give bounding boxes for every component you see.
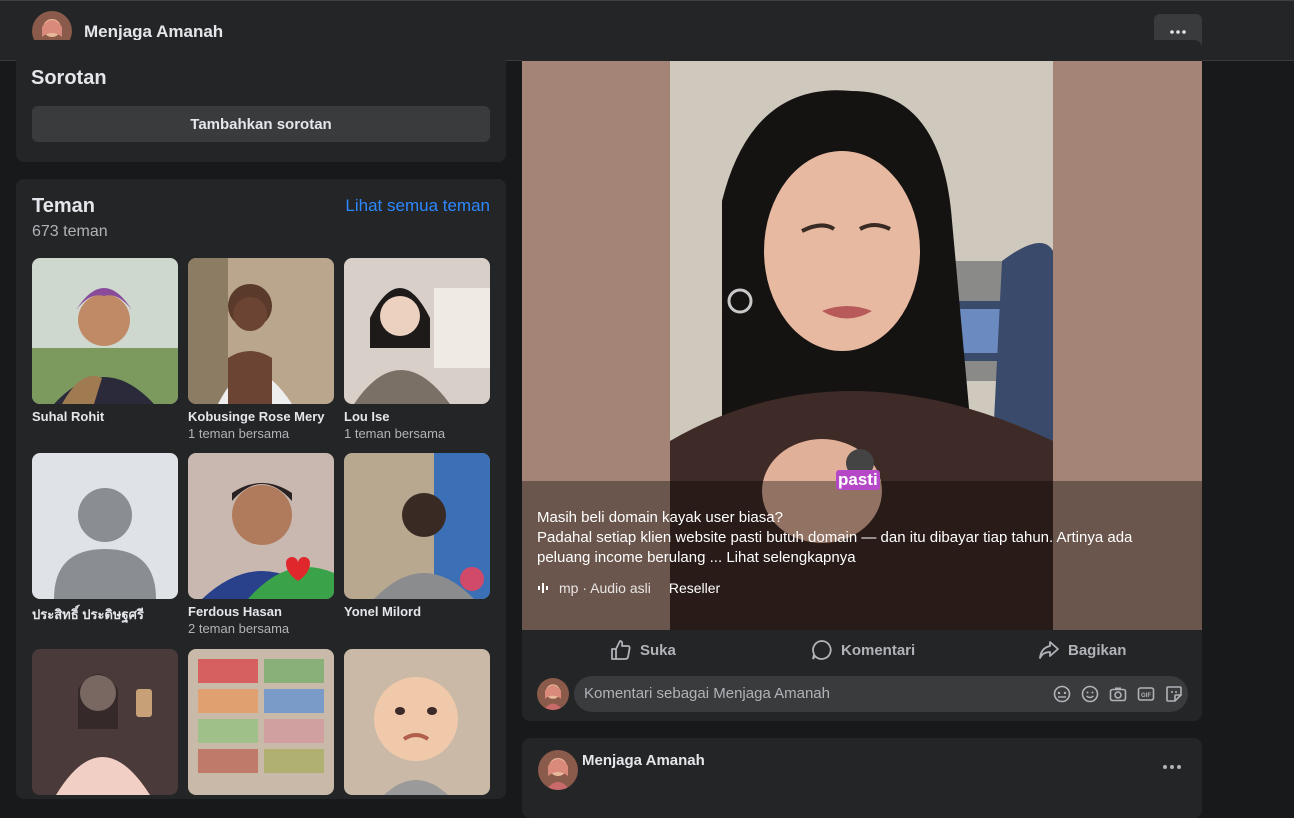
comment-button[interactable]: Komentari [811, 630, 915, 670]
mutual-friends: 1 teman bersama [344, 426, 446, 441]
friends-card: Teman 673 teman Lihat semua teman Suhal … [16, 179, 506, 799]
friends-title: Teman [32, 195, 95, 217]
friend-tile[interactable]: Ferdous Hasan 2 teman bersama [188, 453, 334, 636]
share-label: Bagikan [1068, 641, 1127, 659]
friend-tile[interactable]: Suhal Rohit [32, 258, 178, 424]
audio-waveform-icon [538, 583, 548, 593]
friend-photo[interactable] [188, 258, 334, 404]
friend-photo[interactable] [32, 649, 178, 795]
profile-name[interactable]: Menjaga Amanah [84, 22, 223, 42]
mutual-friends: 2 teman bersama [188, 621, 290, 636]
post-caption: Masih beli domain kayak user biasa? Pada… [537, 508, 1137, 568]
post-card: pasti Masih beli domain kayak user biasa… [522, 40, 1202, 721]
comment-composer: Komentari sebagai Menjaga Amanah GIF [522, 676, 1202, 716]
comment-placeholder: Komentari sebagai Menjaga Amanah [584, 685, 830, 702]
camera-icon[interactable] [1108, 684, 1128, 704]
like-button[interactable]: Suka [610, 630, 676, 670]
highlights-title: Sorotan [31, 67, 107, 89]
friend-tile[interactable] [32, 649, 178, 795]
post-more-icon[interactable] [1162, 764, 1182, 770]
comment-icon [812, 640, 832, 660]
gif-icon[interactable]: GIF [1136, 684, 1156, 704]
friend-photo[interactable] [344, 649, 490, 795]
friend-name[interactable]: Lou Ise [344, 409, 490, 424]
caption-line: Masih beli domain kayak user biasa? [537, 509, 783, 526]
default-avatar-icon [32, 453, 178, 599]
svg-text:GIF: GIF [1141, 693, 1151, 699]
mutual-friends: 1 teman bersama [188, 426, 290, 441]
like-icon [611, 640, 631, 660]
friends-count: 673 teman [32, 223, 108, 240]
friend-photo[interactable] [344, 453, 490, 599]
friend-name[interactable]: Ferdous Hasan [188, 604, 334, 619]
more-horizontal-icon [1170, 30, 1186, 34]
friend-photo[interactable] [188, 453, 334, 599]
see-all-friends-link[interactable]: Lihat semua teman [345, 196, 490, 216]
highlights-card: Sorotan Tambahkan sorotan [16, 40, 506, 162]
friend-tile[interactable]: Kobusinge Rose Mery 1 teman bersama [188, 258, 334, 441]
like-label: Suka [640, 641, 676, 659]
video-overlay-text: pasti [836, 470, 880, 490]
friend-photo[interactable] [32, 258, 178, 404]
see-more-link[interactable]: Lihat selengkapnya [726, 549, 855, 566]
audio-extra-label[interactable]: Reseller [669, 580, 720, 596]
friend-name[interactable]: ประสิทธิ์ ประดิษฐศรี [32, 604, 178, 625]
next-post-card: Menjaga Amanah [522, 738, 1202, 818]
friend-name[interactable]: Yonel Milord [344, 604, 490, 619]
friend-photo[interactable] [32, 453, 178, 599]
friend-tile[interactable]: Yonel Milord [344, 453, 490, 619]
friend-tile[interactable]: Lou Ise 1 teman bersama [344, 258, 490, 441]
friend-tile[interactable] [344, 649, 490, 795]
share-icon [1039, 641, 1059, 659]
add-highlight-button[interactable]: Tambahkan sorotan [32, 106, 490, 142]
friend-tile[interactable] [188, 649, 334, 795]
audio-row[interactable]: mp · Audio asli Reseller [537, 580, 720, 596]
share-button[interactable]: Bagikan [1038, 630, 1126, 670]
next-post-avatar[interactable] [538, 750, 578, 790]
friend-name[interactable]: Suhal Rohit [32, 409, 178, 424]
post-actions: Suka Komentari Bagikan [522, 630, 1202, 670]
emoji-icon[interactable] [1080, 684, 1100, 704]
friend-photo[interactable] [188, 649, 334, 795]
comment-label: Komentari [841, 641, 916, 659]
avatar-sticker-icon[interactable] [1052, 684, 1072, 704]
friend-name[interactable]: Kobusinge Rose Mery [188, 409, 334, 424]
commenter-avatar[interactable] [537, 678, 569, 710]
friend-tile[interactable]: ประสิทธิ์ ประดิษฐศรี [32, 453, 178, 625]
sticker-icon[interactable] [1164, 684, 1184, 704]
next-post-author[interactable]: Menjaga Amanah [582, 752, 705, 769]
friend-photo[interactable] [344, 258, 490, 404]
comment-input[interactable]: Komentari sebagai Menjaga Amanah GIF [574, 676, 1188, 712]
audio-label[interactable]: mp · Audio asli [559, 580, 651, 596]
